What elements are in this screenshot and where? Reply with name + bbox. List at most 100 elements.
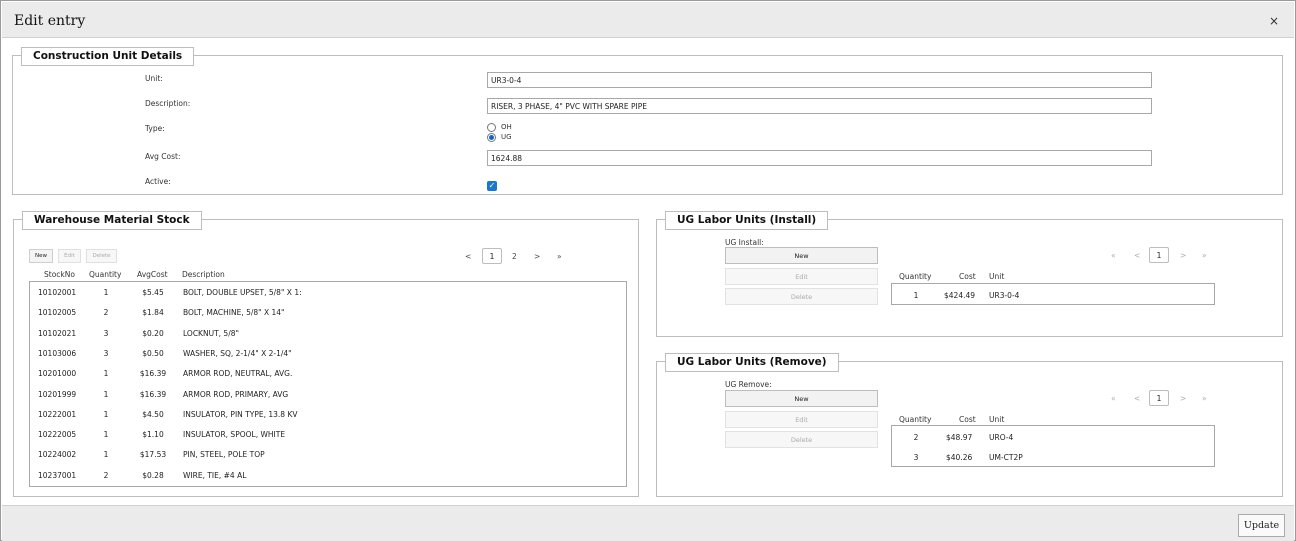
table-row[interactable]: 10222001 1 $4.50 INSULATOR, PIN TYPE, 13.8 … (30, 404, 626, 424)
table-row[interactable]: 10201000 1 $16.39 ARMOR ROD, NEUTRAL, AVG. (30, 363, 626, 383)
warehouse-cell-description: LOCKNUT, 5/8" (183, 328, 239, 338)
remove-col-quantity[interactable]: Quantity (899, 415, 931, 424)
install-new-button[interactable]: New (725, 247, 878, 264)
remove-new-button[interactable]: New (725, 390, 878, 407)
avg-cost-label: Avg Cost: (145, 152, 181, 161)
warehouse-cell-description: BOLT, MACHINE, 5/8" X 14" (183, 308, 285, 318)
install-cell-cost: $424.49 (944, 291, 976, 300)
install-sublabel: UG Install: (725, 238, 764, 247)
remove-page-1[interactable]: 1 (1149, 390, 1169, 406)
warehouse-legend: Warehouse Material Stock (22, 211, 202, 230)
table-row[interactable]: 10237001 2 $0.28 WIRE, TIE, #4 AL (30, 465, 626, 485)
warehouse-edit-button[interactable]: Edit (58, 249, 81, 263)
remove-cell-quantity: 3 (913, 453, 919, 462)
warehouse-material-stock: Warehouse Material Stock New Edit Delete… (13, 211, 639, 497)
warehouse-cell-quantity: 2 (103, 470, 109, 480)
warehouse-last-page[interactable]: » (557, 252, 562, 261)
warehouse-stock-grid: 10102001 1 $5.45 BOLT, DOUBLE UPSET, 5/8" X… (29, 281, 627, 487)
table-row[interactable]: 10222005 1 $1.10 INSULATOR, SPOOL, WHITE (30, 424, 626, 444)
remove-last-page[interactable]: » (1202, 394, 1207, 403)
warehouse-cell-avgcost: $16.39 (139, 369, 167, 379)
warehouse-prev-page[interactable]: < (465, 252, 471, 261)
warehouse-cell-stockno: 10103006 (38, 348, 77, 358)
update-button[interactable]: Update (1238, 514, 1285, 537)
remove-col-unit[interactable]: Unit (989, 415, 1004, 424)
avg-cost-input[interactable]: 1624.88 (487, 150, 1152, 166)
table-row[interactable]: 10103006 3 $0.50 WASHER, SQ, 2-1/4" X 2-1/4… (30, 343, 626, 363)
remove-cell-unit: UM-CT2P (989, 453, 1023, 462)
remove-prev-page[interactable]: < (1134, 394, 1140, 403)
warehouse-cell-quantity: 1 (103, 288, 109, 297)
warehouse-cell-stockno: 10102005 (38, 308, 77, 318)
install-last-page[interactable]: » (1202, 251, 1207, 260)
type-radio-ug[interactable] (487, 133, 496, 142)
remove-cell-unit: URO-4 (989, 433, 1014, 442)
install-prev-page[interactable]: < (1134, 251, 1140, 260)
table-row[interactable]: 2 $48.97 URO-4 (892, 427, 1214, 447)
close-icon[interactable]: × (1269, 14, 1279, 28)
install-delete-button[interactable]: Delete (725, 288, 878, 305)
table-row[interactable]: 3 $40.26 UM-CT2P (892, 447, 1214, 466)
warehouse-delete-button[interactable]: Delete (86, 249, 117, 263)
dialog-footer: Update (2, 505, 1294, 541)
description-input[interactable]: RISER, 3 PHASE, 4" PVC WITH SPARE PIPE (487, 98, 1152, 114)
install-col-quantity[interactable]: Quantity (899, 272, 931, 281)
warehouse-next-page[interactable]: > (534, 252, 540, 261)
warehouse-cell-description: WASHER, SQ, 2-1/4" X 2-1/4" (183, 348, 292, 358)
table-row[interactable]: 10224002 1 $17.53 PIN, STEEL, POLE TOP (30, 444, 626, 464)
type-option-oh-label: OH (501, 123, 512, 131)
remove-col-cost[interactable]: Cost (959, 415, 976, 424)
install-page-1[interactable]: 1 (1149, 247, 1169, 263)
warehouse-cell-stockno: 10222001 (38, 409, 77, 419)
install-next-page[interactable]: > (1180, 251, 1186, 260)
col-header-avgcost[interactable]: AvgCost (137, 270, 168, 279)
warehouse-cell-stockno: 10224002 (38, 450, 77, 460)
warehouse-cell-quantity: 1 (103, 369, 109, 379)
remove-cell-cost: $40.26 (946, 453, 973, 462)
col-header-description[interactable]: Description (182, 270, 225, 279)
install-first-page[interactable]: « (1111, 251, 1116, 260)
warehouse-cell-description: ARMOR ROD, NEUTRAL, AVG. (183, 369, 293, 379)
remove-cell-quantity: 2 (913, 433, 919, 442)
warehouse-cell-description: ARMOR ROD, PRIMARY, AVG (183, 389, 289, 399)
unit-input[interactable]: UR3-0-4 (487, 72, 1152, 88)
install-legend: UG Labor Units (Install) (665, 211, 829, 230)
warehouse-new-button[interactable]: New (29, 249, 53, 263)
table-row[interactable]: 10201999 1 $16.39 ARMOR ROD, PRIMARY, AVG (30, 384, 626, 404)
install-units-grid: 1 $424.49 UR3-0-4 (891, 283, 1215, 305)
col-header-stockno[interactable]: StockNo (44, 270, 75, 279)
warehouse-cell-quantity: 1 (103, 409, 109, 419)
warehouse-cell-avgcost: $0.50 (142, 348, 164, 358)
type-radio-oh[interactable] (487, 123, 496, 132)
warehouse-cell-description: PIN, STEEL, POLE TOP (183, 450, 265, 460)
remove-first-page[interactable]: « (1111, 394, 1116, 403)
remove-legend: UG Labor Units (Remove) (665, 353, 839, 372)
warehouse-page-1[interactable]: 1 (482, 248, 502, 264)
install-col-unit[interactable]: Unit (989, 272, 1004, 281)
install-edit-button[interactable]: Edit (725, 268, 878, 285)
warehouse-cell-avgcost: $1.84 (142, 308, 164, 318)
remove-edit-button[interactable]: Edit (725, 411, 878, 428)
table-row[interactable]: 10102005 2 $1.84 BOLT, MACHINE, 5/8" X 14" (30, 302, 626, 322)
table-row[interactable]: 10102021 3 $0.20 LOCKNUT, 5/8" (30, 323, 626, 343)
warehouse-cell-description: INSULATOR, SPOOL, WHITE (183, 430, 286, 440)
type-label: Type: (145, 124, 165, 133)
warehouse-page-2[interactable]: 2 (512, 252, 517, 261)
install-col-cost[interactable]: Cost (959, 272, 976, 281)
install-cell-quantity: 1 (913, 291, 919, 300)
remove-next-page[interactable]: > (1180, 394, 1186, 403)
remove-delete-button[interactable]: Delete (725, 431, 878, 448)
warehouse-cell-avgcost: $4.50 (142, 409, 164, 419)
warehouse-cell-avgcost: $5.45 (142, 288, 164, 297)
warehouse-cell-stockno: 10201000 (38, 369, 77, 379)
table-row[interactable]: 1 $424.49 UR3-0-4 (892, 285, 1214, 304)
col-header-quantity[interactable]: Quantity (89, 270, 121, 279)
warehouse-cell-stockno: 10222005 (38, 430, 77, 440)
type-option-ug-label: UG (501, 133, 512, 141)
dialog-titlebar: Edit entry × (2, 2, 1294, 38)
remove-units-grid: 2 $48.97 URO-4 3 $40.26 UM-CT2P (891, 425, 1215, 467)
warehouse-cell-stockno: 10102021 (38, 328, 77, 338)
active-checkbox[interactable]: ✓ (487, 181, 497, 191)
table-row[interactable]: 10102001 1 $5.45 BOLT, DOUBLE UPSET, 5/8" X… (30, 282, 626, 302)
remove-sublabel: UG Remove: (725, 380, 772, 389)
